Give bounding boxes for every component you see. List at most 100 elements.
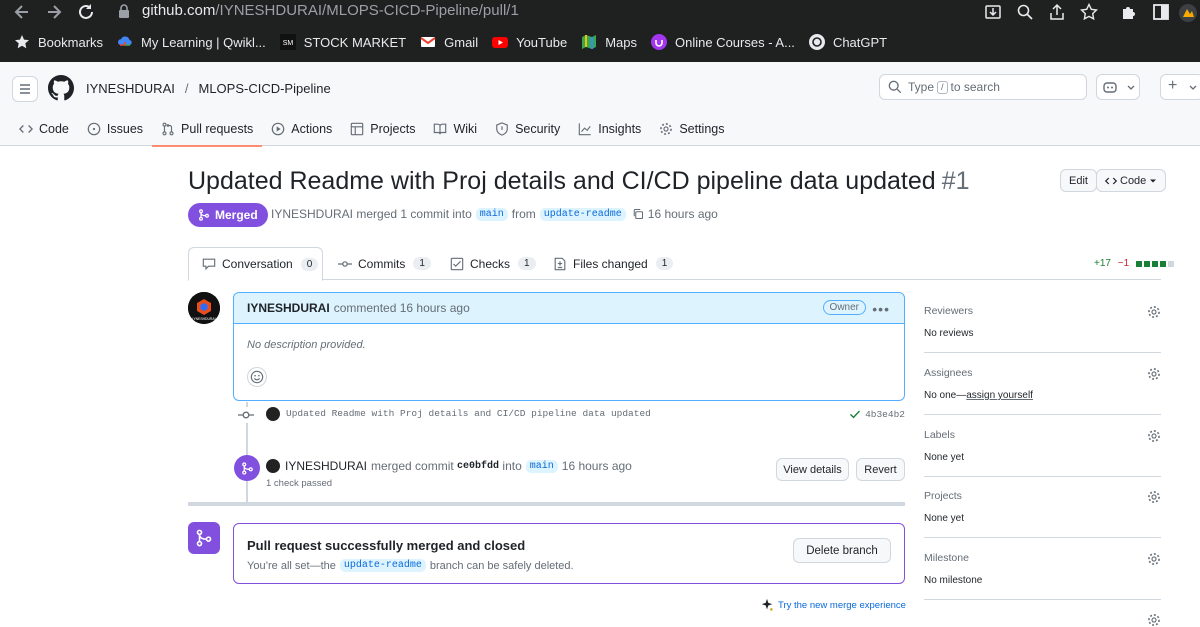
- tab-count: 1: [413, 257, 431, 270]
- menu-button[interactable]: [12, 76, 38, 102]
- comment-icon: [202, 258, 216, 271]
- merger-avatar[interactable]: [266, 459, 280, 473]
- checks-summary[interactable]: 1 check passed: [266, 478, 332, 489]
- tab-checks[interactable]: Checks 1: [450, 247, 536, 280]
- sidebar-reviewers: Reviewers No reviews: [924, 305, 1161, 353]
- chatgpt-icon: [808, 34, 825, 50]
- bookmark-stock-market[interactable]: SM STOCK MARKET: [279, 34, 406, 50]
- gear-icon[interactable]: [1147, 552, 1161, 566]
- forward-arrow-icon[interactable]: [44, 2, 64, 22]
- pr-author[interactable]: IYNESHDURAI: [271, 207, 353, 221]
- tab-insights[interactable]: Insights: [569, 112, 650, 146]
- back-arrow-icon[interactable]: [12, 2, 32, 22]
- sidebar-milestone-title[interactable]: Milestone: [924, 552, 1161, 564]
- sidebar-assignees-value: No one—assign yourself: [924, 390, 1161, 401]
- bookmark-maps[interactable]: Maps: [581, 34, 637, 50]
- bookmark-bookmarks[interactable]: Bookmarks: [14, 34, 103, 50]
- commit-sha[interactable]: 4b3e4b2: [865, 409, 905, 420]
- view-details-button[interactable]: View details: [776, 458, 849, 481]
- sparkle-icon: [761, 598, 773, 611]
- tab-conversation[interactable]: Conversation 0: [188, 247, 323, 281]
- tab-label: Settings: [679, 122, 725, 136]
- tab-security[interactable]: Security: [486, 112, 569, 146]
- tab-actions[interactable]: Actions: [262, 112, 341, 146]
- github-logo-icon[interactable]: [48, 75, 74, 101]
- install-app-icon[interactable]: [984, 3, 1002, 21]
- merge-commit-sha[interactable]: ce0bfdd: [457, 461, 499, 472]
- gear-icon[interactable]: [1147, 305, 1161, 319]
- bookmark-label: YouTube: [516, 34, 568, 50]
- bookmark-gmail[interactable]: Gmail: [420, 34, 478, 50]
- gear-icon[interactable]: [1147, 490, 1161, 504]
- revert-button[interactable]: Revert: [856, 458, 905, 481]
- tab-label: Issues: [106, 122, 144, 136]
- delete-branch-button[interactable]: Delete branch: [793, 538, 891, 563]
- bookmark-star-icon[interactable]: [1080, 3, 1098, 21]
- breadcrumb-repo[interactable]: MLOPS-CICD-Pipeline: [198, 81, 330, 96]
- commit-author-avatar[interactable]: [266, 407, 280, 421]
- zoom-icon[interactable]: [1016, 3, 1034, 21]
- profile-avatar-icon[interactable]: [1178, 3, 1197, 22]
- bookmark-online-courses[interactable]: Online Courses - A...: [650, 34, 795, 50]
- extensions-icon[interactable]: [1120, 3, 1138, 21]
- merge-sub-branch[interactable]: update-readme: [339, 559, 426, 572]
- tab-settings[interactable]: Settings: [650, 112, 733, 146]
- try-new-merge-link[interactable]: Try the new merge experience: [760, 598, 906, 612]
- base-branch[interactable]: main: [475, 207, 508, 221]
- assign-yourself-link[interactable]: assign yourself: [966, 390, 1033, 401]
- bookmark-chatgpt[interactable]: ChatGPT: [808, 34, 887, 50]
- stock-icon: SM: [279, 34, 296, 50]
- commit-message[interactable]: Updated Readme with Proj details and CI/…: [286, 408, 651, 419]
- avatar[interactable]: IYNESHDURAI: [188, 292, 220, 324]
- address-bar[interactable]: github.com/IYNESHDURAI/MLOPS-CICD-Pipeli…: [142, 2, 519, 19]
- owner-badge: Owner: [822, 300, 866, 315]
- gear-icon[interactable]: [1147, 429, 1161, 443]
- tab-issues[interactable]: Issues: [78, 112, 152, 146]
- edit-title-button[interactable]: Edit: [1060, 169, 1097, 192]
- comment-author[interactable]: IYNESHDURAI: [247, 301, 330, 315]
- bookmark-label: Maps: [605, 34, 637, 50]
- head-branch[interactable]: update-readme: [539, 207, 626, 221]
- diff-block: [1143, 260, 1150, 267]
- bookmark-qwiklabs[interactable]: My Learning | Qwikl...: [117, 34, 266, 50]
- sidebar-assignees-title[interactable]: Assignees: [924, 367, 1161, 379]
- copy-icon[interactable]: [632, 208, 644, 220]
- file-diff-icon: [554, 257, 566, 270]
- sidebar-projects-title[interactable]: Projects: [924, 490, 1161, 502]
- kebab-menu-icon[interactable]: •••: [872, 301, 890, 317]
- commit-row: Updated Readme with Proj details and CI/…: [238, 406, 906, 424]
- code-dropdown-button[interactable]: Code: [1096, 169, 1167, 192]
- breadcrumb-owner[interactable]: IYNESHDURAI: [86, 81, 175, 96]
- sidebar-reviewers-title[interactable]: Reviewers: [924, 305, 1161, 317]
- side-panel-icon[interactable]: [1152, 3, 1170, 21]
- check-icon[interactable]: [849, 408, 861, 420]
- copilot-button[interactable]: [1096, 74, 1140, 100]
- tab-commits[interactable]: Commits 1: [338, 247, 431, 280]
- lock-icon[interactable]: [118, 4, 130, 18]
- try-new-label: Try the new merge experience: [778, 599, 906, 611]
- search-input[interactable]: Type / to search: [879, 74, 1087, 100]
- gear-icon[interactable]: [1147, 367, 1161, 381]
- comment-action: commented 16 hours ago: [333, 301, 470, 315]
- merge-icon: [196, 529, 212, 547]
- tab-files-changed[interactable]: Files changed 1: [553, 247, 674, 280]
- status-badge: Merged: [188, 203, 268, 227]
- create-new-button[interactable]: +: [1160, 74, 1200, 100]
- add-reaction-button[interactable]: [247, 367, 267, 387]
- url-path: /IYNESHDURAI/MLOPS-CICD-Pipeline/pull/1: [215, 2, 519, 19]
- tab-wiki[interactable]: Wiki: [424, 112, 486, 146]
- tab-projects[interactable]: Projects: [341, 112, 424, 146]
- gear-icon[interactable]: [1147, 613, 1161, 627]
- code-icon: [1105, 177, 1117, 184]
- tab-pull-requests[interactable]: Pull requests: [152, 112, 263, 147]
- plus-icon: +: [1168, 77, 1178, 94]
- sidebar-labels-title[interactable]: Labels: [924, 429, 1161, 441]
- bookmark-youtube[interactable]: YouTube: [492, 34, 567, 50]
- share-icon[interactable]: [1048, 3, 1066, 21]
- reload-icon[interactable]: [76, 2, 96, 22]
- merge-author[interactable]: IYNESHDURAI: [285, 459, 367, 473]
- merge-icon: [199, 209, 209, 221]
- tab-code[interactable]: Code: [10, 112, 78, 146]
- merge-branch[interactable]: main: [525, 459, 558, 473]
- tab-count: 0: [300, 257, 319, 271]
